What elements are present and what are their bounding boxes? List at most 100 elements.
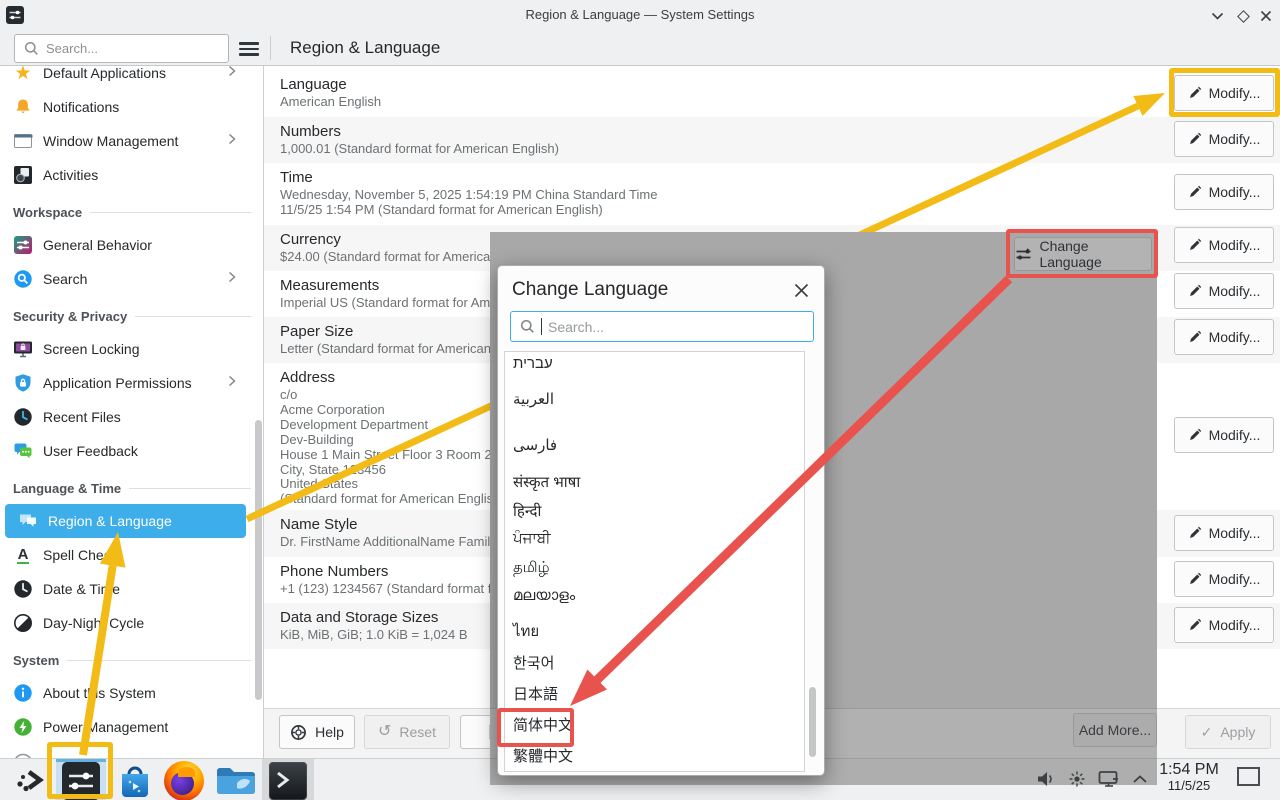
sidebar-scrollbar[interactable] — [255, 420, 262, 700]
brightness-icon[interactable] — [1068, 770, 1086, 788]
pencil-icon — [1188, 526, 1202, 540]
apply-button[interactable]: ✓ Apply — [1185, 715, 1271, 749]
sidebar-item-search[interactable]: Search — [0, 262, 264, 296]
language-option[interactable]: മലയാളം — [513, 587, 575, 604]
reset-button[interactable]: ↺ Reset — [364, 715, 450, 749]
sidebar-item-window-management[interactable]: Window Management — [0, 124, 264, 158]
language-option[interactable]: فارسی — [513, 436, 557, 454]
chevron-right-icon — [228, 374, 236, 392]
sidebar-item-day-night-cycle[interactable]: Day-Night Cycle — [0, 606, 264, 640]
pencil-icon — [1188, 185, 1202, 199]
language-option[interactable]: ਪੰਜਾਬੀ — [513, 530, 551, 547]
taskbar-firefox[interactable] — [160, 759, 208, 800]
modify-name-style-button[interactable]: Modify... — [1174, 515, 1274, 551]
power-icon — [13, 717, 33, 737]
language-option[interactable]: العربية — [513, 390, 554, 408]
window-title: Region & Language — System Settings — [0, 7, 1280, 22]
launcher-icon — [15, 767, 49, 793]
add-more-button[interactable]: Add More... — [1073, 713, 1157, 747]
firefox-icon — [164, 761, 204, 800]
sidebar-section-system: System — [13, 646, 251, 674]
taskbar-dolphin[interactable] — [212, 759, 260, 800]
sidebar-item-partial[interactable] — [0, 744, 264, 758]
sidebar-item-recent-files[interactable]: Recent Files — [0, 400, 264, 434]
dialog-scrollbar[interactable] — [809, 687, 816, 757]
taskbar-konsole-active[interactable] — [262, 759, 314, 800]
close-window-icon[interactable] — [1258, 8, 1274, 24]
sidebar-item-screen-locking[interactable]: Screen Locking — [0, 332, 264, 366]
sidebar-item-user-feedback[interactable]: User Feedback — [0, 434, 264, 468]
circle-icon — [13, 751, 33, 758]
info-icon — [13, 683, 33, 703]
language-option-simplified-chinese[interactable]: 简体中文 — [513, 714, 573, 735]
language-option[interactable]: 繁體中文 — [513, 745, 573, 766]
search-placeholder: Search... — [548, 319, 604, 335]
taskbar-discover[interactable] — [112, 759, 158, 800]
help-button[interactable]: Help — [279, 715, 355, 749]
close-icon[interactable] — [792, 281, 810, 299]
sidebar-item-about-this-system[interactable]: About this System — [0, 676, 264, 710]
hamburger-menu-icon[interactable] — [239, 42, 259, 56]
change-language-button[interactable]: Change Language — [1014, 237, 1152, 271]
help-buoy-icon — [290, 724, 307, 741]
folder-icon — [215, 763, 257, 799]
minimize-icon[interactable] — [1209, 8, 1225, 24]
window-icon — [13, 131, 33, 151]
modify-time-button[interactable]: Modify... — [1174, 174, 1274, 210]
sidebar-item-region-language[interactable]: Region & Language — [5, 504, 246, 538]
activities-icon — [13, 165, 33, 185]
search-icon — [24, 41, 39, 56]
modify-currency-button[interactable]: Modify... — [1174, 227, 1274, 263]
language-option[interactable]: עברית — [513, 355, 553, 372]
modify-language-button[interactable]: Modify... — [1174, 75, 1274, 111]
display-icon[interactable] — [1098, 770, 1120, 788]
bell-icon — [13, 97, 33, 117]
language-option[interactable]: हिन्दी — [513, 501, 541, 521]
undo-icon: ↺ — [378, 724, 391, 740]
pencil-icon — [1188, 428, 1202, 442]
show-desktop-button[interactable] — [1237, 767, 1260, 786]
taskbar-system-settings-active[interactable] — [56, 759, 106, 800]
system-settings-icon — [62, 762, 100, 800]
language-option[interactable]: संस्कृत भाषा — [513, 472, 580, 492]
modify-phone-numbers-button[interactable]: Modify... — [1174, 561, 1274, 597]
language-option[interactable]: ไทย — [513, 619, 539, 643]
modify-paper-size-button[interactable]: Modify... — [1174, 319, 1274, 355]
modify-data-storage-button[interactable]: Modify... — [1174, 607, 1274, 643]
chevron-up-icon[interactable] — [1132, 773, 1148, 785]
sidebar-item-activities[interactable]: Activities — [0, 158, 264, 192]
magnifier-icon — [13, 269, 33, 289]
pencil-icon — [1188, 132, 1202, 146]
sidebar-item-date-time[interactable]: Date & Time — [0, 572, 264, 606]
volume-icon[interactable] — [1036, 770, 1056, 788]
language-option[interactable]: 한국어 — [513, 652, 554, 673]
sidebar-item-power-management[interactable]: Power Management — [0, 710, 264, 744]
dialog-title: Change Language — [512, 279, 668, 301]
sidebar: ★ Default Applications Notifications Win… — [0, 30, 264, 758]
chevron-right-icon — [228, 64, 236, 82]
row-numbers: Numbers 1,000.01 (Standard format for Am… — [264, 117, 1280, 163]
modify-numbers-button[interactable]: Modify... — [1174, 121, 1274, 157]
maximize-icon[interactable] — [1235, 8, 1251, 24]
desktop: { "window": { "title": "Region & Languag… — [0, 0, 1280, 800]
star-icon: ★ — [13, 63, 33, 83]
clock-icon — [13, 407, 33, 427]
sidebar-search-input[interactable]: Search... — [14, 34, 229, 63]
app-launcher-button[interactable] — [12, 759, 52, 800]
sidebar-item-spell-check[interactable]: A Spell Check — [0, 538, 264, 572]
clock-icon — [13, 579, 33, 599]
language-bubble-icon — [18, 511, 38, 531]
sidebar-item-application-permissions[interactable]: Application Permissions — [0, 366, 264, 400]
sidebar-section-language-time: Language & Time — [13, 474, 251, 502]
check-icon: ✓ — [1201, 725, 1213, 739]
sliders-icon — [13, 235, 33, 255]
dialog-search-input[interactable]: Search... — [510, 311, 814, 342]
language-option[interactable]: 日本語 — [513, 683, 558, 704]
sidebar-item-general-behavior[interactable]: General Behavior — [0, 228, 264, 262]
sidebar-item-notifications[interactable]: Notifications — [0, 90, 264, 124]
taskbar-clock[interactable]: 1:54 PM 11/5/25 — [1155, 761, 1223, 793]
pencil-icon — [1188, 330, 1202, 344]
modify-measurements-button[interactable]: Modify... — [1174, 273, 1274, 309]
language-option[interactable]: தமிழ் — [513, 559, 550, 578]
modify-address-button[interactable]: Modify... — [1174, 417, 1274, 453]
